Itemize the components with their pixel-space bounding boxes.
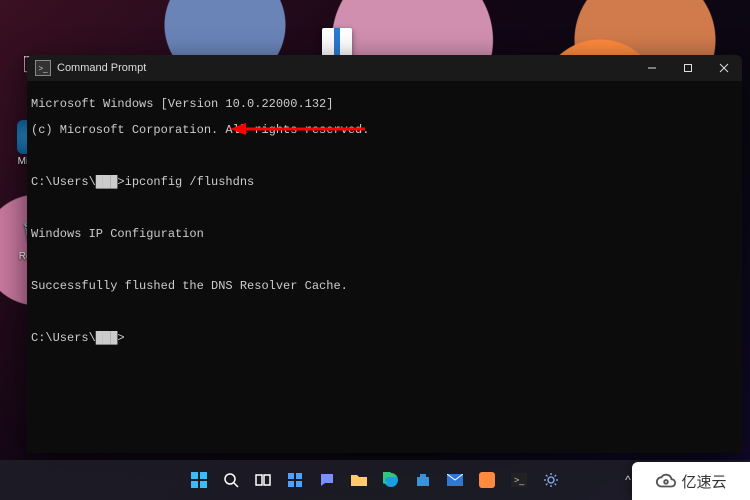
maximize-button[interactable]	[670, 55, 706, 81]
watermark-text: 亿速云	[681, 471, 726, 492]
chat-icon[interactable]	[314, 467, 340, 493]
task-view-icon[interactable]	[250, 467, 276, 493]
terminal-line	[31, 202, 738, 215]
terminal-line	[31, 150, 738, 163]
terminal-taskbar-icon[interactable]: >_	[506, 467, 532, 493]
terminal-line-command: C:\Users\███>ipconfig /flushdns	[31, 176, 738, 189]
terminal-line	[31, 306, 738, 319]
floating-thumbnail[interactable]	[322, 28, 352, 58]
search-icon[interactable]	[218, 467, 244, 493]
window-title: Command Prompt	[57, 62, 146, 74]
settings-icon[interactable]	[538, 467, 564, 493]
cloud-logo-icon	[655, 470, 677, 492]
command-prompt-window: >_ Command Prompt Microsoft Windows [Ver…	[27, 55, 742, 453]
store-icon[interactable]	[410, 467, 436, 493]
cmd-icon: >_	[35, 60, 51, 76]
pinned-app-icon[interactable]	[474, 467, 500, 493]
start-button[interactable]	[186, 467, 212, 493]
terminal-line: Successfully flushed the DNS Resolver Ca…	[31, 280, 738, 293]
terminal-output[interactable]: Microsoft Windows [Version 10.0.22000.13…	[27, 81, 742, 453]
taskbar-center: >_	[186, 467, 564, 493]
titlebar[interactable]: >_ Command Prompt	[27, 55, 742, 81]
mail-icon[interactable]	[442, 467, 468, 493]
terminal-line: Windows IP Configuration	[31, 228, 738, 241]
file-explorer-icon[interactable]	[346, 467, 372, 493]
terminal-prompt: C:\Users\███>	[31, 332, 738, 345]
terminal-line: (c) Microsoft Corporation. All rights re…	[31, 124, 738, 137]
close-button[interactable]	[706, 55, 742, 81]
edge-icon[interactable]	[378, 467, 404, 493]
svg-text:>_: >_	[514, 475, 525, 485]
widgets-icon[interactable]	[282, 467, 308, 493]
terminal-line	[31, 254, 738, 267]
terminal-line: Microsoft Windows [Version 10.0.22000.13…	[31, 98, 738, 111]
minimize-button[interactable]	[634, 55, 670, 81]
watermark-badge: 亿速云	[632, 462, 750, 500]
